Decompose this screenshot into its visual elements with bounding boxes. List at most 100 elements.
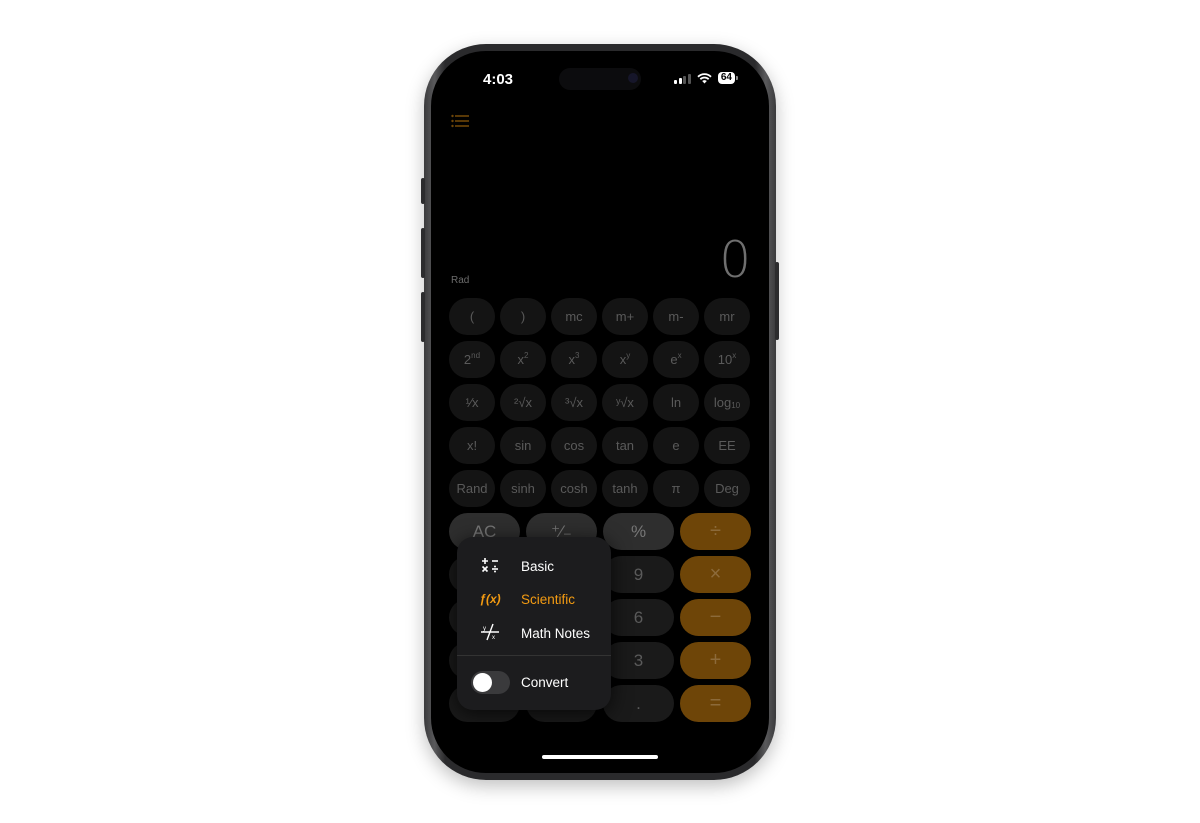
- scientific-key[interactable]: tan: [602, 427, 648, 464]
- scientific-key[interactable]: Rand: [449, 470, 495, 507]
- menu-item-basic[interactable]: Basic: [457, 551, 611, 581]
- scientific-key-row: () mc m+ m-mr: [449, 298, 753, 335]
- number-key[interactable]: .: [603, 685, 674, 722]
- scientific-key-row: 2nd x 2 x 3 x y e x 10 x: [449, 341, 753, 378]
- key-label: π: [671, 481, 681, 496]
- home-indicator[interactable]: [542, 755, 658, 759]
- scientific-key[interactable]: Deg: [704, 470, 750, 507]
- scientific-key[interactable]: cos: [551, 427, 597, 464]
- scientific-key[interactable]: e: [653, 427, 699, 464]
- key-label: mr: [719, 309, 735, 324]
- number-key[interactable]: 3: [603, 642, 674, 679]
- scientific-key[interactable]: 10 x: [704, 341, 750, 378]
- key-label: x!: [466, 438, 478, 453]
- scientific-key[interactable]: π: [653, 470, 699, 507]
- key-superscript: 2: [524, 351, 529, 360]
- key-label: Rand: [456, 481, 488, 496]
- scientific-key[interactable]: EE: [704, 427, 750, 464]
- svg-text:y: y: [483, 626, 486, 632]
- scientific-key[interactable]: ʸ√x: [602, 384, 648, 421]
- key-label: m-: [668, 309, 684, 324]
- operator-key[interactable]: ×: [680, 556, 751, 593]
- key-label: sin: [514, 438, 532, 453]
- status-indicators: 64: [674, 72, 739, 84]
- scientific-key[interactable]: x2: [500, 341, 546, 378]
- angle-mode-label: Rad: [451, 275, 470, 286]
- menu-item-math-notes[interactable]: y x Math Notes: [457, 618, 611, 648]
- power-button: [775, 262, 779, 340]
- key-label: sinh: [511, 481, 535, 496]
- svg-text:x: x: [492, 635, 495, 641]
- convert-toggle[interactable]: [471, 671, 510, 694]
- operator-key[interactable]: ÷: [680, 513, 751, 550]
- scientific-key[interactable]: ¹⁄x: [449, 384, 495, 421]
- phone-screen: 4:03 64 Rad 0 () mc m+ m-mr 2nd x 2 x 3 x y e x 10 x ¹⁄…: [431, 51, 769, 773]
- history-list-icon[interactable]: [451, 114, 469, 128]
- action-button: [421, 178, 425, 204]
- key-label: 10: [717, 352, 733, 367]
- scientific-key[interactable]: x!: [449, 427, 495, 464]
- function-key[interactable]: %: [603, 513, 674, 550]
- key-label: cosh: [560, 481, 588, 496]
- key-label: Deg: [715, 481, 739, 496]
- scientific-key[interactable]: ex: [653, 341, 699, 378]
- key-label: ³√x: [565, 395, 583, 410]
- convert-label: Convert: [521, 675, 569, 690]
- key-label: ²√x: [514, 395, 532, 410]
- menu-label-math-notes: Math Notes: [521, 625, 591, 641]
- menu-divider: [457, 655, 611, 656]
- menu-label-basic: Basic: [521, 558, 555, 574]
- battery-indicator: 64: [717, 72, 739, 84]
- math-notes-icon: y x: [479, 623, 501, 644]
- scientific-key[interactable]: ): [500, 298, 546, 335]
- scientific-key[interactable]: log 10: [704, 384, 750, 421]
- key-label: e: [672, 438, 680, 453]
- key-label: e: [670, 352, 678, 367]
- key-superscript: nd: [471, 351, 481, 360]
- operator-key[interactable]: −: [680, 599, 751, 636]
- scientific-key[interactable]: m+: [602, 298, 648, 335]
- scientific-key[interactable]: ³√x: [551, 384, 597, 421]
- scientific-key[interactable]: sinh: [500, 470, 546, 507]
- operator-key[interactable]: +: [680, 642, 751, 679]
- scientific-key[interactable]: cosh: [551, 470, 597, 507]
- key-label: ¹⁄x: [465, 395, 479, 410]
- number-key[interactable]: 6: [603, 599, 674, 636]
- menu-item-scientific[interactable]: ƒ(x) Scientific: [457, 584, 611, 614]
- status-time: 4:03: [483, 71, 514, 88]
- basic-operators-icon: [479, 557, 501, 576]
- scientific-key[interactable]: sin: [500, 427, 546, 464]
- scientific-key[interactable]: ln: [653, 384, 699, 421]
- scientific-key[interactable]: mr: [704, 298, 750, 335]
- number-key[interactable]: 9: [603, 556, 674, 593]
- scientific-key-row: ¹⁄x ²√x ³√x ʸ√x ln log 10: [449, 384, 753, 421]
- toggle-knob: [473, 673, 492, 692]
- scientific-key[interactable]: 2nd: [449, 341, 495, 378]
- mode-menu: Basic ƒ(x) Scientific y x Math Notes Con…: [457, 537, 611, 710]
- scientific-key[interactable]: x3: [551, 341, 597, 378]
- scientific-key[interactable]: mc: [551, 298, 597, 335]
- scientific-key[interactable]: tanh: [602, 470, 648, 507]
- key-label: ln: [670, 395, 682, 410]
- key-superscript: x: [677, 351, 682, 360]
- key-label: cos: [563, 438, 585, 453]
- key-superscript: 3: [575, 351, 580, 360]
- function-icon: ƒ(x): [479, 592, 501, 606]
- calculator-display: 0: [719, 231, 751, 289]
- scientific-key[interactable]: (: [449, 298, 495, 335]
- key-label: mc: [565, 309, 583, 324]
- key-label: tanh: [612, 481, 638, 496]
- cellular-signal-icon: [674, 73, 691, 84]
- scientific-key[interactable]: m-: [653, 298, 699, 335]
- scientific-key-row: Rand sinh cosh tanh π Deg: [449, 470, 753, 507]
- key-label: log: [713, 395, 732, 410]
- key-subscript: 10: [731, 401, 741, 410]
- operator-key[interactable]: =: [680, 685, 751, 722]
- volume-up-button: [421, 228, 425, 278]
- key-label: EE: [718, 438, 736, 453]
- menu-label-scientific: Scientific: [521, 591, 576, 607]
- scientific-key[interactable]: xy: [602, 341, 648, 378]
- scientific-key[interactable]: ²√x: [500, 384, 546, 421]
- key-label: 2: [463, 352, 472, 367]
- key-label: ): [520, 309, 526, 324]
